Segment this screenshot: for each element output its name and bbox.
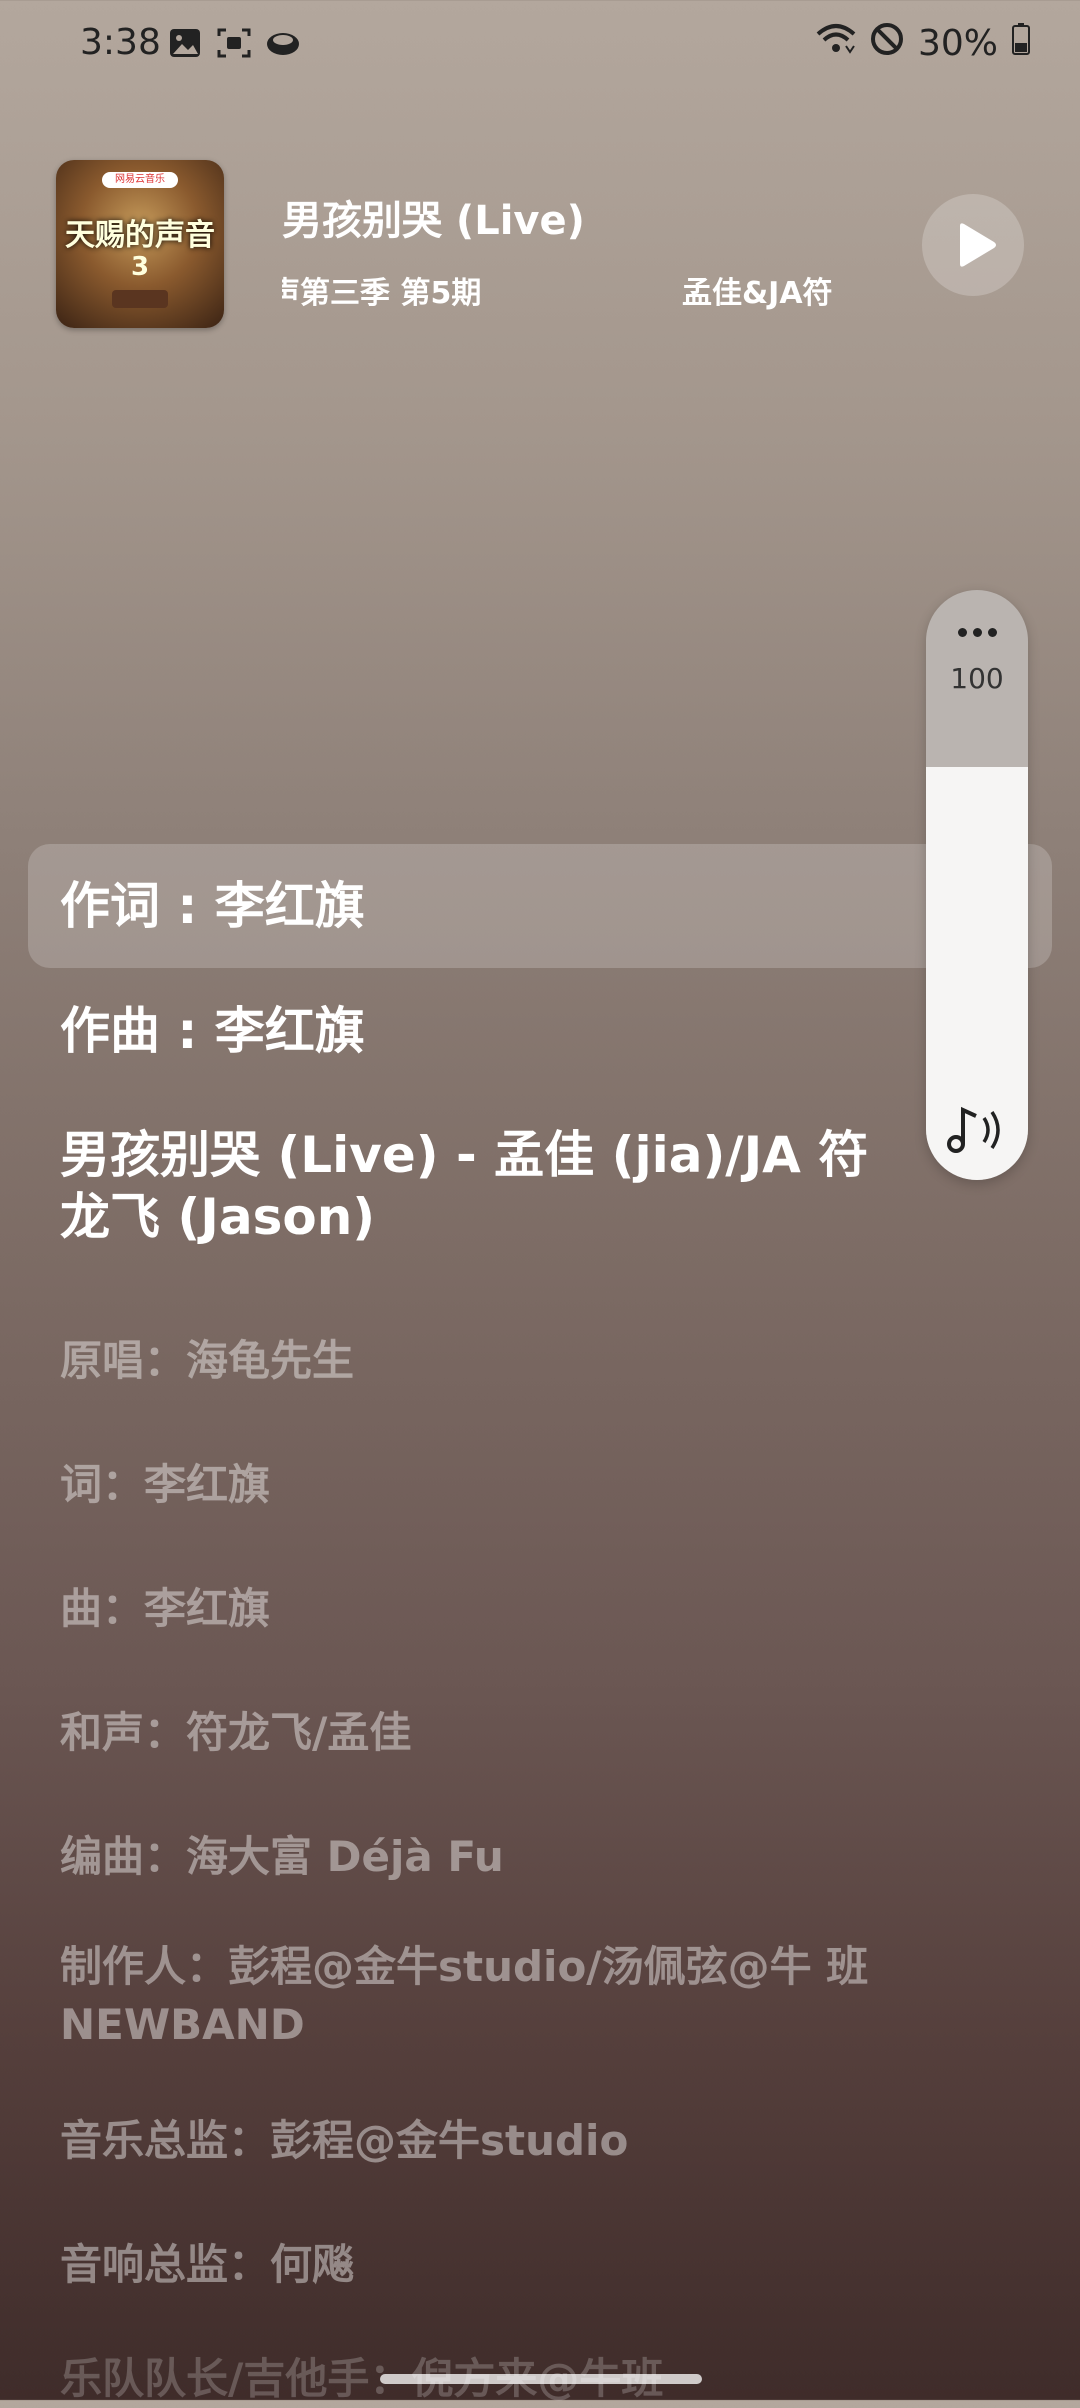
album-art[interactable]: 网易云音乐 天赐的声音 3 — [56, 160, 224, 328]
album-name: 声第三季 第5期 — [282, 276, 482, 311]
now-playing-bar: 网易云音乐 天赐的声音 3 男孩别哭 (Live) 声第三季 第5期 孟佳&JA… — [0, 150, 1080, 340]
wifi-icon — [816, 22, 856, 65]
gallery-icon — [168, 26, 202, 64]
do-not-disturb-icon — [870, 22, 904, 65]
lyric-line[interactable]: 原唱：海龟先生 — [60, 1332, 910, 1390]
album-art-badge — [112, 290, 168, 308]
lyric-line[interactable]: 曲：李红旗 — [60, 1580, 910, 1638]
lyric-line[interactable]: 制作人：彭程@金牛studio/汤佩弦@牛 班NEWBAND — [60, 1938, 920, 2054]
battery-text: 30% — [917, 23, 998, 64]
cloud-icon — [264, 26, 302, 64]
album-art-episode: 3 — [130, 252, 150, 282]
lyric-line-current[interactable]: 作词 : 李红旗 — [60, 875, 910, 937]
media-volume-icon[interactable] — [946, 1102, 1010, 1162]
song-title: 男孩别哭 (Live) — [282, 198, 585, 244]
status-bar: 3:38 30% — [0, 0, 1080, 90]
play-button[interactable] — [922, 194, 1024, 296]
album-art-logo: 网易云音乐 — [102, 172, 178, 188]
volume-more-options-icon[interactable] — [926, 622, 1028, 641]
battery-icon — [1012, 23, 1030, 64]
artist-name: 孟佳&JA符 — [682, 276, 833, 311]
volume-slider[interactable]: 100 — [926, 590, 1028, 1180]
lyric-line[interactable]: 编曲：海大富 Déjà Fu — [60, 1828, 910, 1886]
album-art-title: 天赐的声音 — [65, 218, 215, 253]
lyric-line[interactable]: 和声：符龙飞/孟佳 — [60, 1704, 910, 1762]
lyric-line[interactable]: 音乐总监：彭程@金牛studio — [60, 2112, 910, 2170]
volume-value: 100 — [950, 662, 1004, 695]
lyric-line[interactable]: 词：李红旗 — [60, 1456, 910, 1514]
status-time: 3:38 — [80, 22, 161, 63]
home-indicator[interactable] — [380, 2374, 702, 2384]
song-subtitle-marquee: 声第三季 第5期 孟佳&JA符 — [282, 268, 862, 318]
lyric-line[interactable]: 男孩别哭 (Live) - 孟佳 (jia)/JA 符龙飞 (Jason) — [60, 1124, 880, 1248]
lyric-line[interactable]: 音响总监：何飚 — [60, 2236, 910, 2294]
status-right-group: 30% — [816, 22, 1030, 65]
lyric-line[interactable]: 作曲 : 李红旗 — [60, 1000, 910, 1062]
screen-record-icon — [216, 26, 252, 64]
play-icon — [960, 223, 996, 267]
